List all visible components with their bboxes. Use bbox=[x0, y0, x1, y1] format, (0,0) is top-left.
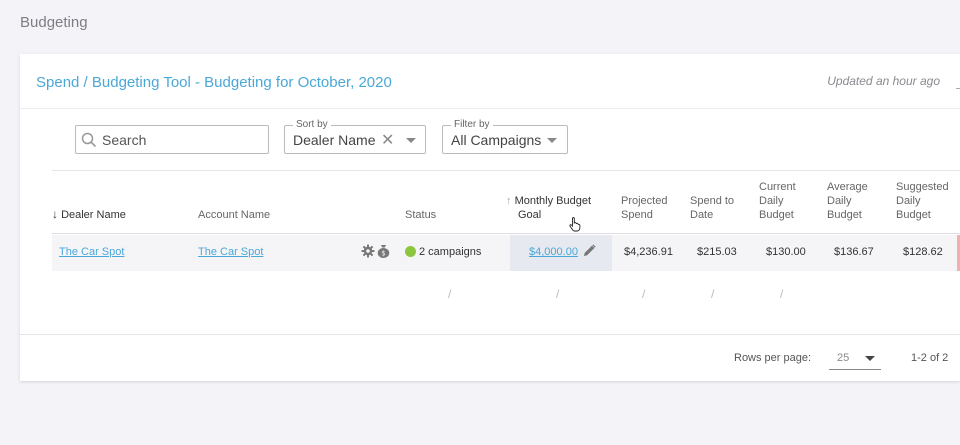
updated-timestamp: Updated an hour ago bbox=[827, 74, 940, 88]
column-account-name[interactable]: Account Name bbox=[198, 208, 270, 222]
loading-placeholders: / / / / / bbox=[20, 287, 960, 301]
table-footer: Rows per page: 25 1-2 of 2 bbox=[20, 334, 960, 381]
edge-mark bbox=[956, 88, 960, 91]
column-suggested-daily-budget[interactable]: Suggested Daily Budget bbox=[896, 180, 949, 222]
page-title: Budgeting bbox=[20, 14, 88, 31]
average-daily-budget-value: $136.67 bbox=[834, 246, 874, 258]
search-input[interactable] bbox=[102, 131, 262, 148]
toolbar: Sort by Dealer Name ✕ Filter by All Camp… bbox=[20, 119, 960, 170]
chevron-down-icon[interactable] bbox=[547, 138, 557, 143]
column-projected-spend[interactable]: Projected Spend bbox=[621, 194, 667, 222]
hand-cursor-icon bbox=[569, 217, 581, 237]
sort-arrow-up-icon: ↑ bbox=[506, 195, 512, 207]
table-header: ↓ Dealer Name Account Name Status ↑ Mont… bbox=[52, 172, 960, 234]
gear-icon[interactable] bbox=[361, 244, 375, 261]
card-title: Spend / Budgeting Tool - Budgeting for O… bbox=[36, 74, 392, 91]
chevron-down-icon[interactable] bbox=[865, 356, 875, 361]
sort-by-select[interactable]: Sort by Dealer Name ✕ bbox=[284, 119, 426, 154]
placeholder-slash: / bbox=[780, 287, 784, 301]
current-daily-budget-value: $130.00 bbox=[766, 246, 806, 258]
filter-by-value: All Campaigns bbox=[451, 132, 542, 148]
filter-by-select[interactable]: Filter by All Campaigns bbox=[442, 119, 568, 154]
status-ok-icon bbox=[405, 246, 416, 257]
placeholder-slash: / bbox=[556, 287, 560, 301]
rows-per-page-select[interactable]: 25 bbox=[829, 344, 881, 370]
column-dealer-name[interactable]: ↓ Dealer Name bbox=[52, 207, 126, 222]
search-icon bbox=[76, 126, 102, 153]
sort-by-label: Sort by bbox=[293, 119, 331, 130]
chevron-down-icon[interactable] bbox=[406, 138, 416, 143]
rows-per-page-label: Rows per page: bbox=[734, 352, 812, 364]
column-status[interactable]: Status bbox=[405, 208, 436, 222]
dealer-name-link[interactable]: The Car Spot bbox=[59, 246, 124, 258]
rows-per-page-value: 25 bbox=[837, 352, 850, 364]
table-row: The Car Spot The Car Spot $ 2 campaigns … bbox=[52, 235, 960, 271]
placeholder-slash: / bbox=[642, 287, 646, 301]
card-header: Spend / Budgeting Tool - Budgeting for O… bbox=[20, 54, 960, 109]
column-average-daily-budget[interactable]: Average Daily Budget bbox=[827, 180, 868, 222]
monthly-budget-goal-link[interactable]: $4,000.00 bbox=[529, 246, 578, 258]
placeholder-slash: / bbox=[448, 287, 452, 301]
account-name-link[interactable]: The Car Spot bbox=[198, 246, 263, 258]
sort-by-value: Dealer Name bbox=[293, 132, 376, 148]
pencil-icon[interactable] bbox=[583, 244, 596, 260]
filter-by-label: Filter by bbox=[451, 119, 493, 130]
svg-text:$: $ bbox=[381, 250, 385, 258]
placeholder-slash: / bbox=[711, 287, 715, 301]
column-current-daily-budget[interactable]: Current Daily Budget bbox=[759, 180, 796, 222]
spend-to-date-value: $215.03 bbox=[697, 246, 737, 258]
status-value: 2 campaigns bbox=[405, 246, 481, 258]
sort-arrow-down-icon: ↓ bbox=[52, 207, 58, 221]
column-spend-to-date[interactable]: Spend to Date bbox=[690, 194, 734, 222]
pagination-range: 1-2 of 2 bbox=[911, 352, 949, 364]
search-box[interactable] bbox=[75, 125, 269, 154]
budgeting-card: Spend / Budgeting Tool - Budgeting for O… bbox=[20, 54, 960, 381]
projected-spend-value: $4,236.91 bbox=[624, 246, 673, 258]
suggested-daily-budget-value: $128.62 bbox=[903, 246, 943, 258]
money-bag-icon[interactable]: $ bbox=[377, 244, 390, 261]
clear-icon[interactable]: ✕ bbox=[381, 130, 394, 150]
toolbar-divider bbox=[52, 170, 960, 171]
